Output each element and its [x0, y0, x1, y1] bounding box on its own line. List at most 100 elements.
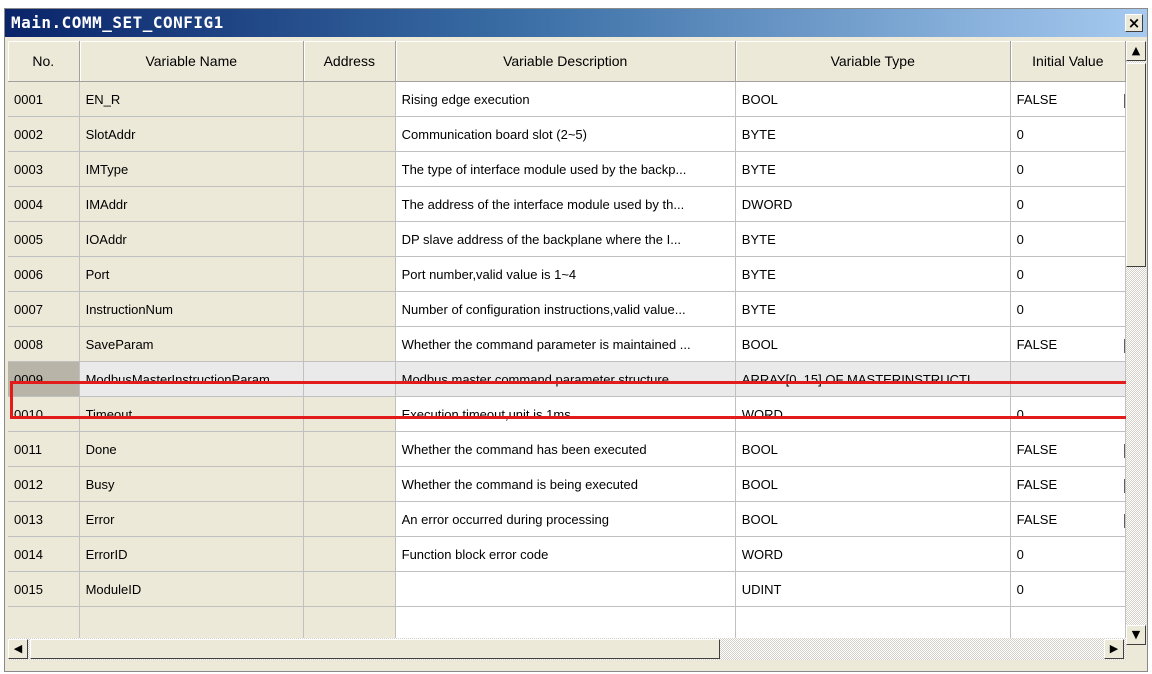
- table-row[interactable]: 0002 SlotAddr Communication board slot (2~…: [8, 116, 1126, 152]
- variable-name-cell[interactable]: Port: [79, 256, 304, 292]
- variable-description-cell[interactable]: Whether the command has been executed: [395, 431, 736, 467]
- table-row[interactable]: 0009 ModbusMasterInstructionParam Modbus m…: [8, 361, 1126, 397]
- initial-value-cell[interactable]: 0: [1010, 116, 1126, 152]
- initial-value-cell[interactable]: 0: [1010, 571, 1126, 607]
- row-number[interactable]: 0010: [8, 396, 80, 432]
- variable-description-cell[interactable]: Rising edge execution: [395, 81, 736, 117]
- address-cell[interactable]: [303, 221, 396, 257]
- variable-description-cell[interactable]: DP slave address of the backplane where …: [395, 221, 736, 257]
- variable-name-cell[interactable]: Error: [79, 501, 304, 537]
- variable-name-cell[interactable]: IOAddr: [79, 221, 304, 257]
- table-row-partial[interactable]: [8, 606, 1126, 638]
- variable-type-cell[interactable]: ARRAY[0..15] OF MASTERINSTRUCTI...: [735, 361, 1011, 397]
- horizontal-scrollbar[interactable]: ◀ ▶: [8, 638, 1126, 660]
- row-number[interactable]: 0012: [8, 466, 80, 502]
- table-row[interactable]: 0015 ModuleID UDINT 0: [8, 571, 1126, 607]
- initial-value-cell[interactable]: 0: [1010, 151, 1126, 187]
- table-row[interactable]: 0011 Done Whether the command has been exe…: [8, 431, 1126, 467]
- variable-description-cell[interactable]: Function block error code: [395, 536, 736, 572]
- table-row[interactable]: 0008 SaveParam Whether the command paramet…: [8, 326, 1126, 362]
- scroll-left-button[interactable]: ◀: [8, 639, 28, 659]
- scroll-right-button[interactable]: ▶: [1104, 639, 1124, 659]
- variable-type-cell[interactable]: WORD: [735, 536, 1011, 572]
- row-number[interactable]: 0006: [8, 256, 80, 292]
- table-row[interactable]: 0013 Error An error occurred during proces…: [8, 501, 1126, 537]
- address-cell[interactable]: [303, 361, 396, 397]
- variable-type-cell[interactable]: BOOL: [735, 501, 1011, 537]
- variable-description-cell[interactable]: The type of interface module used by the…: [395, 151, 736, 187]
- variable-type-cell[interactable]: BYTE: [735, 151, 1011, 187]
- variable-type-cell[interactable]: DWORD: [735, 186, 1011, 222]
- address-cell[interactable]: [303, 606, 396, 638]
- initial-value-cell[interactable]: [1010, 361, 1126, 397]
- address-cell[interactable]: [303, 466, 396, 502]
- variable-type-cell[interactable]: BYTE: [735, 291, 1011, 327]
- header-initial-value[interactable]: Initial Value: [1010, 41, 1126, 82]
- table-row[interactable]: 0004 IMAddr The address of the interface m…: [8, 186, 1126, 222]
- row-number[interactable]: 0007: [8, 291, 80, 327]
- address-cell[interactable]: [303, 326, 396, 362]
- vertical-scrollbar[interactable]: ▲ ▼: [1126, 41, 1146, 645]
- variable-description-cell[interactable]: The address of the interface module used…: [395, 186, 736, 222]
- row-number[interactable]: 0005: [8, 221, 80, 257]
- header-variable-description[interactable]: Variable Description: [395, 41, 736, 82]
- variable-name-cell[interactable]: IMType: [79, 151, 304, 187]
- horizontal-scroll-thumb[interactable]: [30, 639, 720, 659]
- variable-type-cell[interactable]: UDINT: [735, 571, 1011, 607]
- address-cell[interactable]: [303, 291, 396, 327]
- variable-description-cell[interactable]: Modbus master command parameter structur…: [395, 361, 736, 397]
- row-number[interactable]: 0011: [8, 431, 80, 467]
- variable-description-cell[interactable]: Port number,valid value is 1~4: [395, 256, 736, 292]
- variable-name-cell[interactable]: [79, 606, 304, 638]
- variable-type-cell[interactable]: BOOL: [735, 431, 1011, 467]
- header-no[interactable]: No.: [8, 41, 80, 82]
- variable-type-cell[interactable]: BOOL: [735, 326, 1011, 362]
- variable-name-cell[interactable]: Timeout: [79, 396, 304, 432]
- variable-type-cell[interactable]: BYTE: [735, 256, 1011, 292]
- initial-value-cell[interactable]: FALSE: [1010, 326, 1126, 362]
- variable-description-cell[interactable]: [395, 571, 736, 607]
- header-variable-name[interactable]: Variable Name: [79, 41, 304, 82]
- table-row[interactable]: 0014 ErrorID Function block error code WORD…: [8, 536, 1126, 572]
- table-row[interactable]: 0012 Busy Whether the command is being exe…: [8, 466, 1126, 502]
- address-cell[interactable]: [303, 396, 396, 432]
- address-cell[interactable]: [303, 256, 396, 292]
- variable-description-cell[interactable]: An error occurred during processing: [395, 501, 736, 537]
- row-number[interactable]: [8, 606, 80, 638]
- address-cell[interactable]: [303, 81, 396, 117]
- variable-type-cell[interactable]: WORD: [735, 396, 1011, 432]
- row-number[interactable]: 0015: [8, 571, 80, 607]
- table-row[interactable]: 0003 IMType The type of interface module u…: [8, 151, 1126, 187]
- variable-description-cell[interactable]: [395, 606, 736, 638]
- variable-description-cell[interactable]: Whether the command is being executed: [395, 466, 736, 502]
- variable-name-cell[interactable]: ErrorID: [79, 536, 304, 572]
- variable-type-cell[interactable]: BYTE: [735, 116, 1011, 152]
- initial-value-cell[interactable]: FALSE: [1010, 466, 1126, 502]
- address-cell[interactable]: [303, 186, 396, 222]
- row-number[interactable]: 0009: [8, 361, 80, 397]
- scroll-up-button[interactable]: ▲: [1126, 41, 1146, 61]
- header-variable-type[interactable]: Variable Type: [735, 41, 1011, 82]
- variable-name-cell[interactable]: Done: [79, 431, 304, 467]
- variable-description-cell[interactable]: Number of configuration instructions,val…: [395, 291, 736, 327]
- table-row[interactable]: 0006 Port Port number,valid value is 1~4 BY…: [8, 256, 1126, 292]
- variable-type-cell[interactable]: BYTE: [735, 221, 1011, 257]
- variable-type-cell[interactable]: [735, 606, 1011, 638]
- title-bar[interactable]: Main.COMM_SET_CONFIG1 ×: [5, 9, 1147, 37]
- variable-name-cell[interactable]: ModbusMasterInstructionParam: [79, 361, 304, 397]
- initial-value-cell[interactable]: FALSE: [1010, 81, 1126, 117]
- vertical-scroll-thumb[interactable]: [1126, 63, 1146, 267]
- address-cell[interactable]: [303, 536, 396, 572]
- row-number[interactable]: 0008: [8, 326, 80, 362]
- header-address[interactable]: Address: [303, 41, 396, 82]
- row-number[interactable]: 0004: [8, 186, 80, 222]
- row-number[interactable]: 0013: [8, 501, 80, 537]
- table-row[interactable]: 0010 Timeout Execution timeout,unit is 1ms…: [8, 396, 1126, 432]
- row-number[interactable]: 0014: [8, 536, 80, 572]
- variable-name-cell[interactable]: IMAddr: [79, 186, 304, 222]
- scroll-down-button[interactable]: ▼: [1126, 625, 1146, 645]
- variable-name-cell[interactable]: EN_R: [79, 81, 304, 117]
- initial-value-cell[interactable]: 0: [1010, 186, 1126, 222]
- variable-description-cell[interactable]: Whether the command parameter is maintai…: [395, 326, 736, 362]
- table-row[interactable]: 0007 InstructionNum Number of configuratio…: [8, 291, 1126, 327]
